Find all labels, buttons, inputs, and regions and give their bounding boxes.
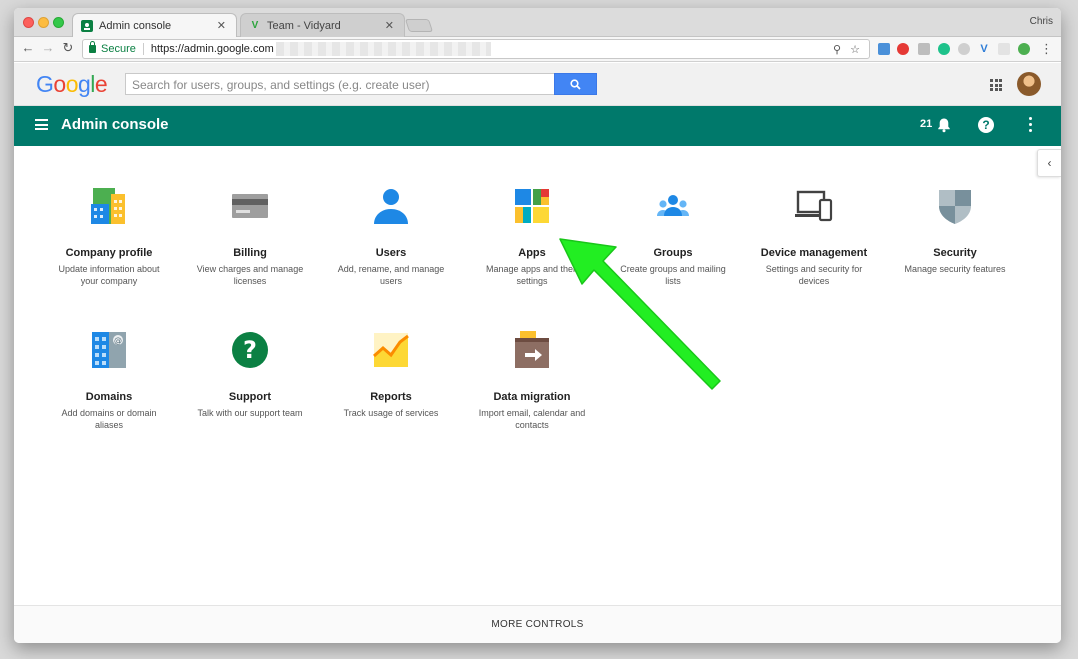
tile-support[interactable]: ? Support Talk with our support team: [180, 330, 320, 419]
tab-title: Admin console: [99, 19, 172, 32]
tile-title: Device management: [760, 247, 868, 259]
tile-title: Reports: [370, 391, 412, 403]
minimize-window-button[interactable]: [38, 17, 49, 28]
logo-letter: G: [36, 71, 54, 97]
annotation-arrow: [559, 238, 721, 390]
tile-security[interactable]: Security Manage security features: [885, 186, 1025, 275]
extension-icon[interactable]: [998, 43, 1010, 55]
tile-title: Domains: [85, 391, 133, 403]
close-window-button[interactable]: [23, 17, 34, 28]
device-management-icon: [795, 190, 833, 222]
hamburger-menu-icon[interactable]: [35, 119, 48, 130]
tab-team-vidyard[interactable]: V Team - Vidyard ✕: [240, 13, 405, 37]
extension-icon[interactable]: [918, 43, 930, 55]
company-profile-icon: [91, 188, 125, 224]
tab-title: Team - Vidyard: [267, 19, 341, 32]
tile-description: View charges and manage licenses: [196, 264, 304, 286]
grammarly-extension-icon[interactable]: [938, 43, 950, 55]
support-question-icon: ?: [232, 332, 268, 368]
more-controls-button[interactable]: MORE CONTROLS: [14, 605, 1061, 643]
tile-description: Import email, calendar and contacts: [478, 408, 586, 430]
omnibox-separator: [142, 43, 144, 55]
notifications-bell-icon[interactable]: [936, 117, 952, 133]
close-tab-icon[interactable]: ✕: [217, 19, 226, 32]
new-tab-button[interactable]: [404, 19, 434, 32]
browser-menu-icon[interactable]: ⋮: [1040, 41, 1053, 57]
domains-icon: @: [92, 332, 126, 368]
forward-arrow-icon[interactable]: →: [40, 40, 56, 55]
extension-icon[interactable]: [897, 43, 909, 55]
logo-letter: e: [94, 71, 108, 97]
tile-description: Add domains or domain aliases: [61, 408, 157, 430]
extension-icon[interactable]: [958, 43, 970, 55]
account-avatar[interactable]: [1017, 72, 1041, 96]
search-button[interactable]: [554, 73, 597, 95]
back-arrow-icon[interactable]: ←: [20, 40, 36, 55]
tile-description: Update information about your company: [58, 264, 160, 286]
tile-company-profile[interactable]: Company profile Update information about…: [39, 186, 179, 287]
svg-text:@: @: [114, 336, 122, 345]
notification-count[interactable]: 21: [920, 118, 932, 130]
tile-title: Users: [375, 247, 407, 259]
reload-icon[interactable]: ↻: [60, 40, 76, 56]
tile-reports[interactable]: Reports Track usage of services: [321, 330, 461, 419]
admin-console-favicon-icon: [81, 19, 93, 32]
tile-description: Manage security features: [904, 264, 1006, 274]
logo-letter: o: [53, 71, 66, 97]
tile-users[interactable]: Users Add, rename, and manage users: [321, 186, 461, 287]
extension-icon[interactable]: [1018, 43, 1030, 55]
logo-letter: g: [77, 71, 91, 97]
tile-description: Talk with our support team: [197, 408, 303, 418]
secure-indicator[interactable]: Secure: [89, 41, 136, 55]
browser-toolbar: ← → ↻ Secure https://admin.google.com ⚲ …: [14, 37, 1061, 62]
google-header: Google Search for users, groups, and set…: [14, 63, 1061, 106]
browser-window: Admin console ✕ V Team - Vidyard ✕ Chris…: [14, 8, 1061, 643]
users-person-icon: [374, 189, 408, 224]
chevron-left-icon[interactable]: ‹: [1037, 149, 1061, 177]
lock-icon: [89, 41, 96, 53]
url-redacted: [275, 42, 491, 56]
help-icon[interactable]: ?: [978, 117, 994, 133]
logo-letter: o: [65, 71, 79, 97]
extension-icon[interactable]: [878, 43, 890, 55]
address-bar[interactable]: Secure https://admin.google.com ⚲ ☆: [82, 39, 870, 59]
tab-admin-console[interactable]: Admin console ✕: [72, 13, 237, 37]
data-migration-icon: [515, 331, 549, 368]
tile-device-management[interactable]: Device management Settings and security …: [744, 186, 884, 287]
tile-billing[interactable]: Billing View charges and manage licenses: [180, 186, 320, 287]
google-apps-grid-icon[interactable]: [990, 79, 1002, 91]
admin-console-bar: Admin console 21 ?: [14, 106, 1061, 146]
tab-strip: Admin console ✕ V Team - Vidyard ✕ Chris: [14, 8, 1061, 37]
search-input[interactable]: Search for users, groups, and settings (…: [125, 73, 555, 95]
billing-card-icon: [232, 194, 268, 218]
google-logo[interactable]: Google: [36, 71, 108, 98]
groups-icon: [657, 195, 689, 216]
page-title: Admin console: [61, 116, 169, 133]
vidyard-extension-icon[interactable]: V: [978, 43, 990, 55]
tile-title: Security: [933, 247, 977, 259]
security-shield-icon: [939, 190, 971, 224]
profile-name[interactable]: Chris: [1030, 16, 1053, 27]
reports-chart-icon: [373, 333, 409, 367]
tile-title: Support: [228, 391, 272, 403]
svg-text:?: ?: [243, 336, 257, 364]
tile-description: Track usage of services: [343, 408, 439, 418]
url-text: https://admin.google.com: [150, 43, 274, 55]
search-icon: [570, 78, 581, 90]
vidyard-favicon-icon: V: [251, 20, 259, 31]
tile-description: Add, rename, and manage users: [337, 264, 445, 286]
tile-domains[interactable]: @ Domains Add domains or domain aliases: [39, 330, 179, 431]
tile-description: Settings and security for devices: [765, 264, 863, 286]
maximize-window-button[interactable]: [53, 17, 64, 28]
bookmark-star-icon[interactable]: ⚲ ☆: [833, 43, 863, 56]
apps-grid-icon: [515, 189, 549, 223]
tile-title: Company profile: [65, 247, 153, 259]
close-tab-icon[interactable]: ✕: [385, 19, 394, 32]
secure-label: Secure: [101, 43, 136, 55]
more-options-icon[interactable]: [1029, 117, 1033, 135]
tile-title: Billing: [233, 247, 267, 259]
